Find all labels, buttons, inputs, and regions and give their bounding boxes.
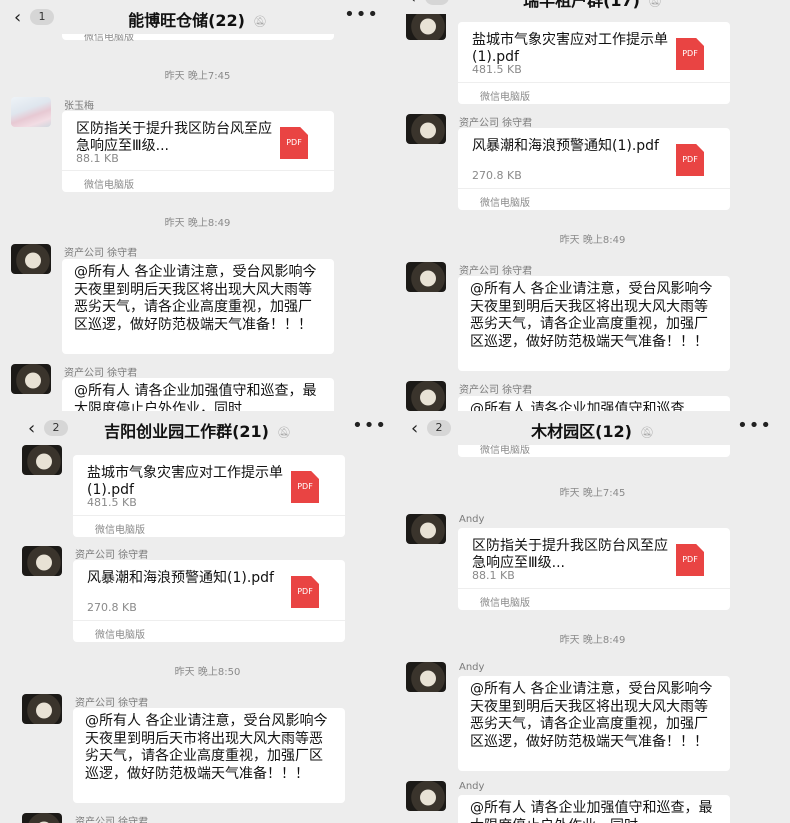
file-card[interactable]: 区防指关于提升我区防台风至应急响应至Ⅲ级... 88.1 KB PDF 微信电脑… [458,528,730,610]
sender-name: 资产公司 徐守君 [75,550,149,561]
card-footer: 微信电脑版 [480,198,530,209]
divider [458,82,730,83]
sender-name: 资产公司 徐守君 [459,385,533,396]
sender-name: 资产公司 徐守君 [459,118,533,129]
avatar[interactable] [11,97,51,127]
card-footer: 微信电脑版 [480,598,530,609]
timestamp: 昨天 晚上8:50 [174,667,241,678]
pdf-file-icon: PDF [676,144,704,176]
message-bubble[interactable]: @所有人 各企业请注意，受台风影响今天夜里到明后天我区将出现大风大雨等恶劣天气，… [62,259,334,354]
avatar[interactable] [11,244,51,274]
avatar[interactable] [406,381,446,411]
card-footer: 微信电脑版 [480,92,530,103]
file-card[interactable]: 区防指关于提升我区防台风至应急响应至Ⅲ级... 88.1 KB PDF 微信电脑… [62,111,334,192]
avatar[interactable] [406,262,446,292]
divider [458,188,730,189]
file-size: 270.8 KB [472,169,522,182]
file-name: 盐城市气象灾害应对工作提示单(1).pdf [87,465,283,498]
file-size: 481.5 KB [472,63,522,76]
bell-mute-icon: 🔕︎ [276,426,291,439]
pdf-file-icon: PDF [676,38,704,70]
chat-title: 能博旺仓储(22) 🔕︎ [128,11,267,30]
message-bubble[interactable]: @所有人 请各企业加强值守和巡查，最大限度停止户外作业，同时 [62,378,334,411]
file-card[interactable]: 风暴潮和海浪预警通知(1).pdf 270.8 KB PDF 微信电脑版 [458,128,730,210]
avatar[interactable] [406,514,446,544]
sender-name: 资产公司 徐守君 [75,698,149,709]
avatar[interactable] [22,546,62,576]
file-name: 盐城市气象灾害应对工作提示单(1).pdf [472,32,668,65]
avatar[interactable] [406,114,446,144]
more-dots-icon[interactable]: ••• [739,0,774,5]
sender-name: 资产公司 徐守君 [64,248,138,259]
file-size: 88.1 KB [472,569,515,582]
card-footer: 微信电脑版 [95,630,145,641]
divider [458,588,730,589]
timestamp: 昨天 晚上7:45 [559,488,626,499]
message-bubble[interactable]: @所有人 各企业请注意，受台风影响今天夜里到明后天我区将出现大风大雨等恶劣天气，… [458,276,730,371]
sender-name: 资产公司 徐守君 [459,266,533,277]
avatar[interactable] [406,10,446,40]
sender-name: 张玉梅 [64,101,94,112]
chat-header: ‹ 2 木材园区(12) 🔕︎ ••• [395,411,790,445]
avatar[interactable] [406,662,446,692]
timestamp: 昨天 晚上8:49 [559,235,626,246]
file-size: 481.5 KB [87,496,137,509]
chat-title: 吉阳创业园工作群(21) 🔕︎ [104,422,291,441]
file-size: 270.8 KB [87,601,137,614]
timestamp: 昨天 晚上8:49 [164,218,231,229]
bell-mute-icon: 🔕︎ [252,15,267,28]
file-card[interactable]: 盐城市气象灾害应对工作提示单(1).pdf 481.5 KB PDF 微信电脑版 [73,455,345,537]
message-bubble[interactable]: @所有人 请各企业加强值守和巡查，最大限度停止户外作业，同时 [458,795,730,823]
sender-name: Andy [459,662,485,673]
file-name: 区防指关于提升我区防台风至应急响应至Ⅲ级... [472,538,668,571]
file-name: 风暴潮和海浪预警通知(1).pdf [472,138,659,154]
message-bubble[interactable]: @所有人 各企业请注意，受台风影响今天夜里到明后天我区将出现大风大雨等恶劣天气，… [458,676,730,771]
divider [62,170,334,171]
more-dots-icon[interactable]: ••• [352,415,387,436]
sender-name: Andy [459,514,485,525]
avatar[interactable] [22,813,62,823]
pdf-file-icon: PDF [291,576,319,608]
chat-panel-mucai: ‹ 2 木材园区(12) 🔕︎ ••• 微信电脑版 昨天 晚上7:45 Andy … [395,411,790,823]
pdf-file-icon: PDF [676,544,704,576]
avatar[interactable] [22,694,62,724]
chat-header: ‹ 1 瑞丰租户群(17)🔕︎ ••• [395,0,790,14]
more-dots-icon[interactable]: ••• [344,4,379,25]
timestamp: 昨天 晚上7:45 [164,71,231,82]
chat-header: ‹ 2 吉阳创业园工作群(21) 🔕︎ ••• [0,411,395,445]
sender-name: 资产公司 徐守君 [64,368,138,379]
pdf-file-icon: PDF [280,127,308,159]
bell-mute-icon: 🔕︎ [647,0,662,8]
chat-header: ‹ 1 能博旺仓储(22) 🔕︎ ••• [0,0,395,34]
chat-panel-jiyang: ‹ 2 吉阳创业园工作群(21) 🔕︎ ••• 盐城市气象灾害应对工作提示单(1)… [0,411,395,823]
pdf-file-icon: PDF [291,471,319,503]
chat-title: 木材园区(12) 🔕︎ [531,422,654,441]
more-dots-icon[interactable]: ••• [737,415,772,436]
file-size: 88.1 KB [76,152,119,165]
card-footer: 微信电脑版 [95,525,145,536]
sender-name: 资产公司 徐守君 [75,817,149,823]
avatar[interactable] [406,781,446,811]
card-footer: 微信电脑版 [84,180,134,191]
avatar[interactable] [22,445,62,475]
chat-title: 瑞丰租户群(17) 🔕︎ [395,0,790,11]
file-card[interactable]: 风暴潮和海浪预警通知(1).pdf 270.8 KB PDF 微信电脑版 [73,560,345,642]
message-bubble[interactable]: @所有人 各企业请注意，受台风影响今天夜里到明后天市将出现大风大雨等恶劣天气，请… [73,708,345,803]
sender-name: Andy [459,781,485,792]
bell-mute-icon: 🔕︎ [639,426,654,439]
file-name: 风暴潮和海浪预警通知(1).pdf [87,570,274,586]
chat-panel-ruifeng: ‹ 1 瑞丰租户群(17)🔕︎ ••• 盐城市气象灾害应对工作提示单(1).pd… [395,0,790,411]
timestamp: 昨天 晚上8:49 [559,635,626,646]
message-bubble[interactable]: @所有人 请各企业加强值守和巡查 [458,396,730,411]
file-name: 区防指关于提升我区防台风至应急响应至Ⅲ级... [76,121,272,154]
divider [73,620,345,621]
file-card[interactable]: 盐城市气象灾害应对工作提示单(1).pdf 481.5 KB PDF 微信电脑版 [458,22,730,104]
divider [73,515,345,516]
avatar[interactable] [11,364,51,394]
chat-panel-nengbowang: ‹ 1 能博旺仓储(22) 🔕︎ ••• 微信电脑版 昨天 晚上7:45 张玉梅 … [0,0,395,411]
